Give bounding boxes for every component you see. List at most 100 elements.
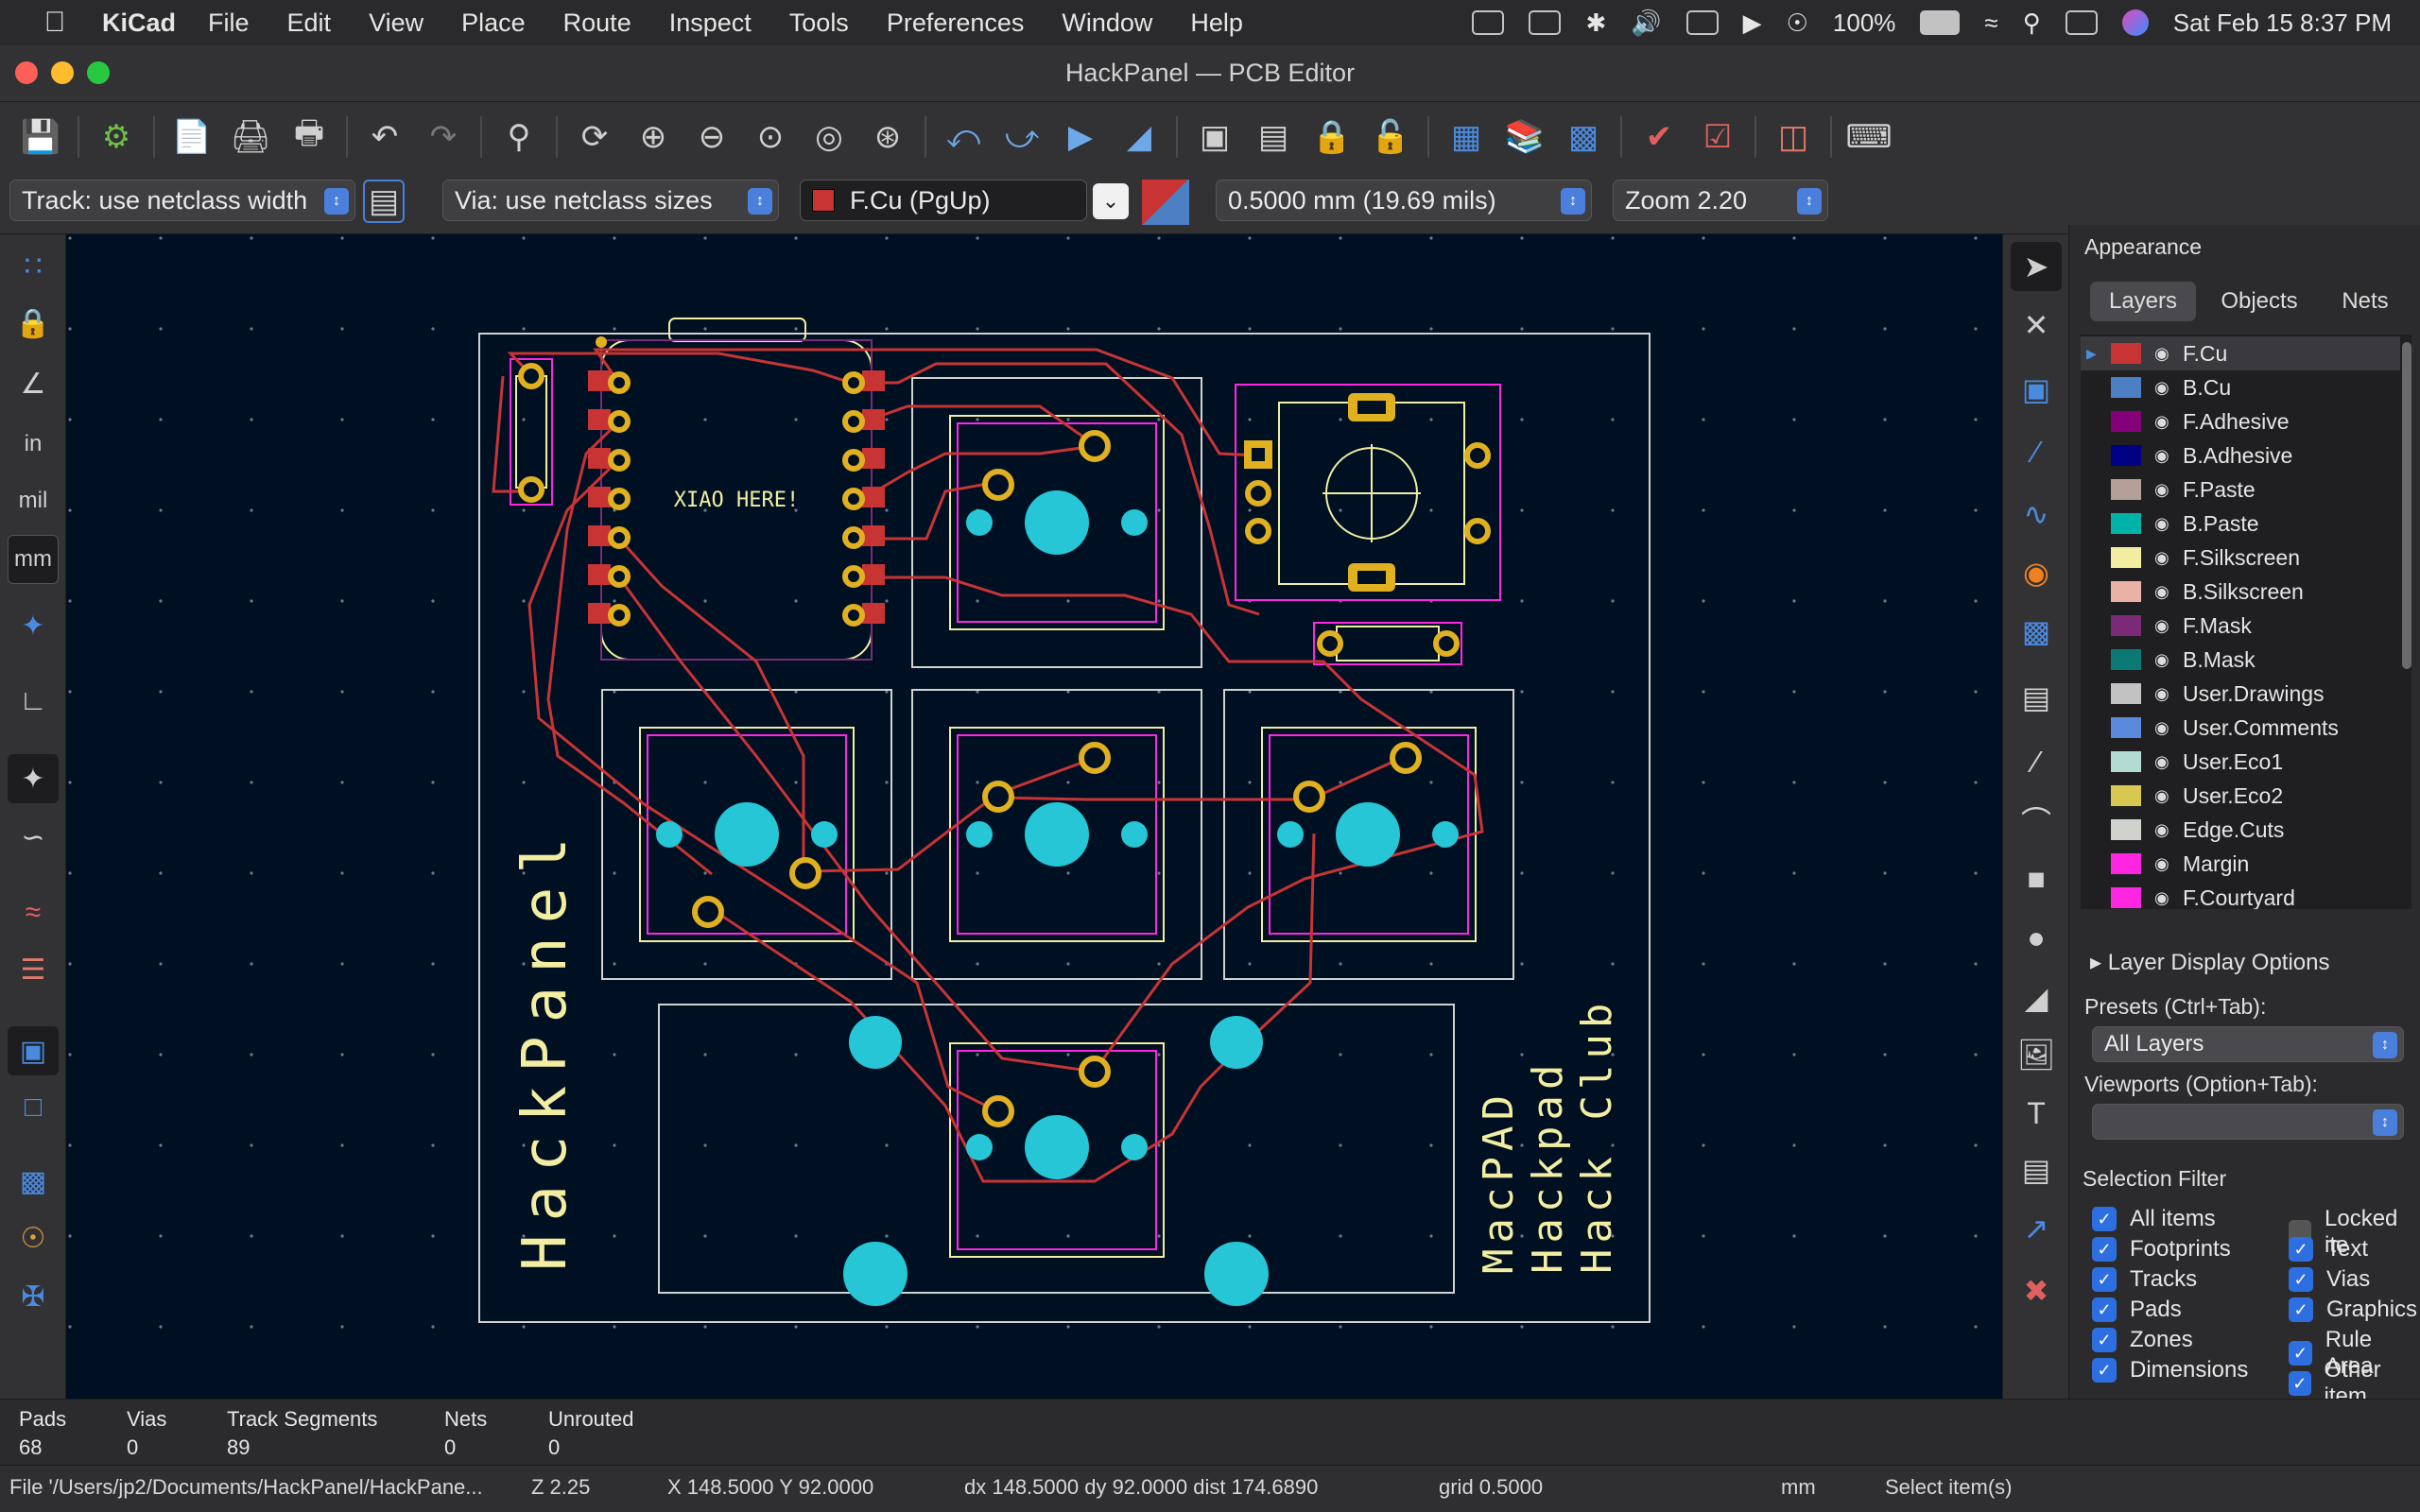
zoom-selection-icon[interactable]: ⊛ bbox=[863, 112, 912, 162]
draw-arc-icon[interactable]: ⌒ bbox=[2011, 796, 2062, 845]
selection-filter-item[interactable]: ✓ All items bbox=[2092, 1206, 2216, 1232]
checklist-icon[interactable]: ☑ bbox=[1693, 112, 1742, 162]
layer-color-swatch[interactable] bbox=[2111, 853, 2141, 874]
selection-filter-item[interactable]: ✓ Graphics bbox=[2289, 1297, 2417, 1323]
layer-color-swatch[interactable] bbox=[2111, 343, 2141, 364]
plot-icon[interactable]: 🖶 bbox=[285, 112, 334, 162]
local-ratsnest-icon[interactable]: ✕ bbox=[2011, 301, 2062, 350]
visibility-eye-icon[interactable]: ◉ bbox=[2154, 854, 2183, 874]
layer-color-swatch[interactable] bbox=[2111, 445, 2141, 466]
layer-color-swatch[interactable] bbox=[2111, 479, 2141, 500]
add-image-icon[interactable]: 🖼 bbox=[2011, 1030, 2062, 1079]
layer-color-swatch[interactable] bbox=[2111, 717, 2141, 738]
clock[interactable]: Sat Feb 15 8:37 PM bbox=[2173, 9, 2392, 38]
flip-icon[interactable]: ▶ bbox=[1056, 112, 1105, 162]
select-icon[interactable]: ➤ bbox=[2011, 242, 2062, 291]
layer-color-swatch[interactable] bbox=[2111, 785, 2141, 806]
grid-toggle-icon[interactable]: ∷ bbox=[8, 242, 59, 291]
layer-row[interactable]: ◉ B.Paste bbox=[2081, 507, 2400, 541]
menu-preferences[interactable]: Preferences bbox=[887, 9, 1025, 38]
draw-rectangle-icon[interactable]: ■ bbox=[2011, 854, 2062, 903]
ratsnest-icon[interactable]: ✦ bbox=[8, 754, 59, 803]
rotate-ccw-icon[interactable]: ⤺ bbox=[939, 112, 988, 162]
layer-row[interactable]: ◉ F.Paste bbox=[2081, 472, 2400, 507]
selection-filter-item[interactable]: ✓ Zones bbox=[2092, 1327, 2193, 1353]
menu-route[interactable]: Route bbox=[563, 9, 631, 38]
siri-icon[interactable] bbox=[2121, 9, 2149, 36]
visibility-eye-icon[interactable]: ◉ bbox=[2154, 480, 2183, 500]
visibility-eye-icon[interactable]: ◉ bbox=[2154, 786, 2183, 806]
battery-icon[interactable] bbox=[1920, 10, 1961, 35]
layer-color-swatch[interactable] bbox=[2111, 819, 2141, 840]
user-icon[interactable]: ☉ bbox=[1787, 9, 1808, 38]
via-size-select[interactable]: Via: use netclass sizes ↕ bbox=[442, 180, 779, 221]
page-settings-icon[interactable]: 📄 bbox=[167, 112, 216, 162]
chevron-down-icon[interactable]: ⌄ bbox=[1093, 183, 1129, 219]
selection-filter-item[interactable]: ✓ Text bbox=[2289, 1236, 2368, 1263]
layer-row[interactable]: ◉ User.Eco2 bbox=[2081, 779, 2400, 813]
play-icon[interactable]: ▶ bbox=[1743, 9, 1762, 38]
millimeters-button[interactable]: mm bbox=[8, 535, 59, 584]
visibility-eye-icon[interactable]: ◉ bbox=[2154, 514, 2183, 534]
visibility-eye-icon[interactable]: ◉ bbox=[2154, 548, 2183, 568]
refresh-icon[interactable]: ⟳ bbox=[570, 112, 619, 162]
layer-row[interactable]: ◉ B.Mask bbox=[2081, 643, 2400, 677]
menu-place[interactable]: Place bbox=[461, 9, 526, 38]
layer-pair-icon[interactable] bbox=[1142, 180, 1189, 225]
ungroup-icon[interactable]: ▤ bbox=[1249, 112, 1298, 162]
layer-row[interactable]: ◉ B.Silkscreen bbox=[2081, 575, 2400, 609]
draw-circle-icon[interactable]: ● bbox=[2011, 913, 2062, 962]
display-icon[interactable] bbox=[1472, 10, 1505, 35]
zoom-in-icon[interactable]: ⊕ bbox=[629, 112, 678, 162]
visibility-eye-icon[interactable]: ◉ bbox=[2154, 718, 2183, 738]
layer-row[interactable]: ◉ B.Adhesive bbox=[2081, 438, 2400, 472]
draw-polygon-icon[interactable]: ◢ bbox=[2011, 973, 2062, 1022]
checkbox[interactable]: ✓ bbox=[2289, 1297, 2313, 1322]
menu-tools[interactable]: Tools bbox=[789, 9, 849, 38]
zone-fill-icon[interactable]: ▣ bbox=[8, 1026, 59, 1075]
menu-file[interactable]: File bbox=[208, 9, 250, 38]
checkbox[interactable]: ✓ bbox=[2289, 1371, 2311, 1396]
curved-ratsnest-icon[interactable]: ∽ bbox=[8, 813, 59, 862]
search-icon[interactable]: ⚲ bbox=[2023, 9, 2041, 38]
layer-color-swatch[interactable] bbox=[2111, 411, 2141, 432]
zone-outline-icon[interactable]: □ bbox=[8, 1083, 59, 1132]
visibility-eye-icon[interactable]: ◉ bbox=[2154, 752, 2183, 772]
footprint-editor-icon[interactable]: ▩ bbox=[1559, 112, 1608, 162]
add-text-icon[interactable]: T bbox=[2011, 1089, 2062, 1138]
layer-row[interactable]: ▶ ◉ F.Cu bbox=[2081, 336, 2400, 370]
layer-color-swatch[interactable] bbox=[2111, 751, 2141, 772]
layer-color-swatch[interactable] bbox=[2111, 547, 2141, 568]
delete-tool-icon[interactable]: ✖ bbox=[2011, 1266, 2062, 1315]
checkbox[interactable]: ✓ bbox=[2092, 1267, 2117, 1292]
menu-inspect[interactable]: Inspect bbox=[669, 9, 752, 38]
drc-icon[interactable]: ✔ bbox=[1634, 112, 1684, 162]
show-vias-icon[interactable]: ☉ bbox=[8, 1213, 59, 1263]
selection-filter-item[interactable]: ✓ Vias bbox=[2289, 1266, 2370, 1293]
layer-color-swatch[interactable] bbox=[2111, 377, 2141, 398]
layer-row[interactable]: ◉ F.Courtyard bbox=[2081, 881, 2400, 909]
checkbox[interactable]: ✓ bbox=[2092, 1358, 2117, 1383]
viewports-select[interactable]: ↕ bbox=[2092, 1104, 2404, 1140]
tab-objects[interactable]: Objects bbox=[2204, 282, 2315, 321]
visibility-eye-icon[interactable]: ◉ bbox=[2154, 820, 2183, 840]
visibility-eye-icon[interactable]: ◉ bbox=[2154, 684, 2183, 704]
route-track-icon[interactable]: ∕ bbox=[2011, 427, 2062, 476]
checkbox[interactable]: ✓ bbox=[2289, 1267, 2313, 1292]
layer-row[interactable]: ◉ F.Adhesive bbox=[2081, 404, 2400, 438]
selection-filter-item[interactable]: ✓ Tracks bbox=[2092, 1266, 2197, 1293]
lock-icon[interactable]: 🔒 bbox=[1307, 112, 1357, 162]
wifi-icon[interactable]: ≈ bbox=[1984, 9, 1997, 38]
undo-icon[interactable]: ↶ bbox=[360, 112, 409, 162]
net-highlight-icon[interactable]: ≈ bbox=[8, 888, 59, 937]
visibility-eye-icon[interactable]: ◉ bbox=[2154, 412, 2183, 432]
selection-filter-item[interactable]: ✓ Dimensions bbox=[2092, 1357, 2248, 1383]
screen-mirror-icon[interactable] bbox=[1529, 10, 1562, 35]
show-pads-icon[interactable]: ▩ bbox=[8, 1157, 59, 1206]
checkbox[interactable]: ✓ bbox=[2092, 1328, 2117, 1352]
add-via-icon[interactable]: ◉ bbox=[2011, 548, 2062, 597]
tab-layers[interactable]: Layers bbox=[2090, 282, 2196, 321]
control-center-icon[interactable] bbox=[2065, 10, 2098, 35]
checkbox[interactable]: ✓ bbox=[2092, 1237, 2117, 1262]
origin-axes-icon[interactable]: ∟ bbox=[8, 677, 59, 726]
